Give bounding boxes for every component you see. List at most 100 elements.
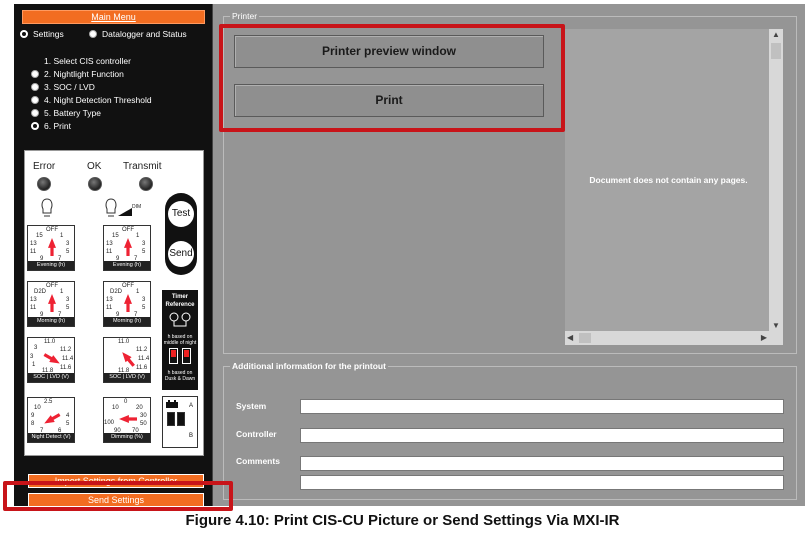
view-datalogger[interactable]: Datalogger and Status: [89, 29, 187, 39]
dial-num: 11.0: [44, 339, 56, 345]
dial-num: 5: [142, 249, 146, 255]
dial-num: 13: [30, 297, 37, 303]
dial-num: 10: [112, 405, 119, 411]
switch-b-label: B: [189, 433, 194, 439]
led-label-transmit: Transmit: [123, 161, 162, 172]
step-3[interactable]: 3. SOC / LVD: [31, 82, 95, 92]
info-group-title: Additional information for the printout: [230, 361, 388, 371]
system-field[interactable]: [300, 399, 784, 414]
dial-num: 11: [106, 249, 113, 255]
led-label-ok: OK: [87, 161, 102, 172]
dial-num: 11.2: [60, 347, 72, 353]
dial-soc-right[interactable]: 11.0 11.2 11.4 11.6 11.8 SOC | LVD (V): [103, 337, 151, 383]
dial-pointer-icon: [48, 238, 56, 256]
dial-pointer-icon: [124, 294, 132, 312]
dial-num: 11.4: [62, 356, 74, 362]
timer-switch-2[interactable]: [182, 348, 191, 364]
dial-num: D2D: [34, 289, 47, 295]
scroll-right-icon[interactable]: ▶: [761, 333, 767, 342]
dial-num: 3: [66, 241, 70, 247]
dial-num: 11.4: [138, 356, 150, 362]
scroll-down-icon[interactable]: ▼: [772, 321, 780, 330]
dial-pointer-icon: [119, 350, 137, 369]
figure-caption: Figure 4.10: Print CIS-CU Picture or Sen…: [185, 512, 620, 529]
dial-num: 13: [106, 241, 113, 247]
dial-dimming[interactable]: 0 10 20 30 100 50 90 70 Dimming (%): [103, 397, 151, 443]
controller-field[interactable]: [300, 428, 784, 443]
step-5[interactable]: 5. Battery Type: [31, 108, 101, 118]
step-6[interactable]: 6. Print: [31, 121, 71, 131]
dial-caption: Dimming (%): [104, 433, 150, 442]
radio-step-6[interactable]: [31, 122, 39, 130]
dial-caption: Evening (h): [104, 261, 150, 270]
comments-field-line-2[interactable]: [300, 475, 784, 490]
dial-pointer-icon: [124, 238, 132, 256]
highlight-send-settings: [3, 481, 233, 511]
view-settings[interactable]: Settings: [20, 29, 64, 39]
dial-top-label: OFF: [122, 283, 134, 289]
dial-num: 20: [136, 405, 143, 411]
scroll-up-icon[interactable]: ▲: [772, 30, 780, 39]
battery-switch-2[interactable]: [177, 412, 185, 426]
dial-top-label: OFF: [46, 227, 58, 233]
dial-soc-left[interactable]: 11.0 3 11.2 3 11.4 1 11.6 11.8 SOC | LVD…: [27, 337, 75, 383]
dial-morning-left[interactable]: OFF D2D 1 13 3 11 5 9 7 Morning (h): [27, 281, 75, 327]
dim-label: DIM: [132, 204, 142, 210]
comments-field[interactable]: [300, 456, 784, 471]
dial-pointer-icon: [119, 415, 137, 423]
step-1-label: 1. Select CIS controller: [44, 56, 131, 66]
transmit-led: [139, 177, 153, 191]
step-4[interactable]: 4. Night Detection Threshold: [31, 95, 152, 105]
dial-num: 11.6: [136, 365, 148, 371]
dial-num: 5: [66, 305, 70, 311]
timer-reference: Timer Reference h based on middle of nig…: [162, 290, 198, 390]
dial-night-detect[interactable]: 2.5 10 9 4 8 5 7 6 Night Detect (V): [27, 397, 75, 443]
main-menu-button[interactable]: Main Menu: [22, 10, 205, 24]
lvd-label: LVD (V): [125, 374, 145, 380]
dial-caption: Morning (h): [28, 317, 74, 326]
dial-num: 1: [136, 289, 140, 295]
dial-num: 13: [30, 241, 37, 247]
radio-step-3[interactable]: [31, 83, 39, 91]
radio-datalogger[interactable]: [89, 30, 97, 38]
dial-num: 100: [104, 420, 115, 426]
preview-vertical-scrollbar[interactable]: ▲ ▼: [769, 29, 783, 331]
radio-step-4[interactable]: [31, 96, 39, 104]
scroll-left-icon[interactable]: ◀: [567, 333, 573, 342]
dial-num: 5: [142, 305, 146, 311]
dial-num: 1: [60, 289, 64, 295]
battery-switch-1[interactable]: [167, 412, 175, 426]
preview-horizontal-scrollbar[interactable]: ◀ ▶: [565, 331, 783, 345]
step-2[interactable]: 2. Nightlight Function: [31, 69, 124, 79]
dial-num: 11.0: [118, 339, 130, 345]
dial-evening-right[interactable]: OFF 15 1 13 3 11 5 9 7 Evening (h): [103, 225, 151, 271]
lvd-label: LVD (V): [49, 374, 69, 380]
dial-morning-right[interactable]: OFF D2D 1 13 3 11 5 9 7 Morning (h): [103, 281, 151, 327]
step-3-label: 3. SOC / LVD: [44, 82, 95, 92]
dial-num: 3: [30, 354, 34, 360]
soc-label: SOC: [109, 374, 122, 380]
vertical-scroll-thumb[interactable]: [771, 43, 781, 59]
dial-num: 15: [112, 233, 119, 239]
dial-num: 1: [32, 362, 36, 368]
dial-num: 3: [34, 345, 38, 351]
dial-evening-left[interactable]: OFF 15 1 13 3 11 5 9 7 Evening (h): [27, 225, 75, 271]
timer-switch-1[interactable]: [169, 348, 178, 364]
dial-num: 11.6: [60, 365, 72, 371]
dial-num: 11.2: [136, 347, 148, 353]
dial-num: 11: [30, 249, 37, 255]
ok-led: [88, 177, 102, 191]
dim-slope-icon: [118, 208, 132, 216]
horizontal-scroll-thumb[interactable]: [579, 333, 591, 343]
device-send-button[interactable]: Send: [168, 241, 194, 267]
step-4-label: 4. Night Detection Threshold: [44, 95, 152, 105]
radio-settings[interactable]: [20, 30, 28, 38]
lamp-dim-icon: [105, 198, 117, 217]
lamp-icon: [41, 198, 53, 217]
radio-step-2[interactable]: [31, 70, 39, 78]
test-send-panel: Test Send: [165, 193, 197, 275]
dial-pointer-icon: [42, 411, 62, 427]
switch-a-label: A: [189, 403, 194, 409]
radio-step-5[interactable]: [31, 109, 39, 117]
test-button[interactable]: Test: [168, 201, 194, 227]
